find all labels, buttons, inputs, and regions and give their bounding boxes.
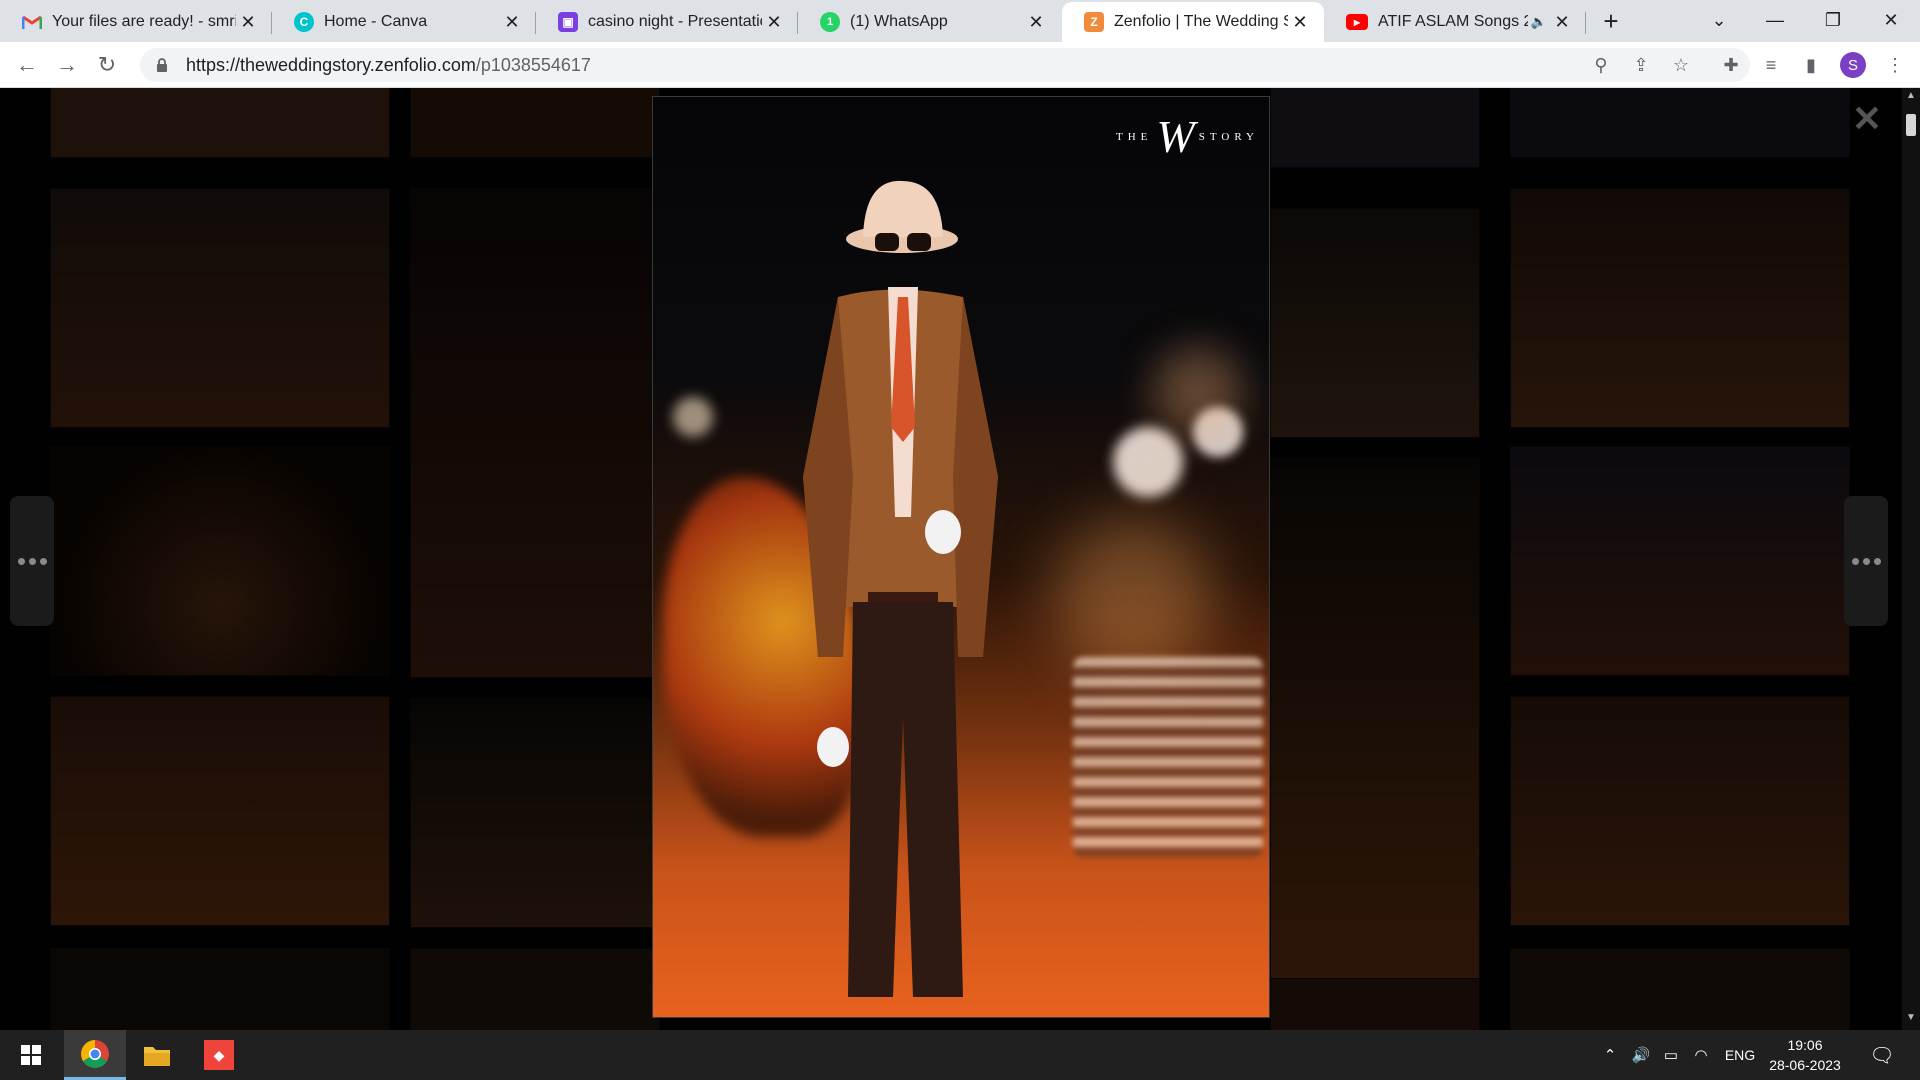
share-icon[interactable]: ⇪: [1626, 48, 1656, 82]
windows-taskbar: ◆ ⌃ 🔊 ▭ ◠ ENG 19:06 28-06-2023 🗨: [0, 1030, 1920, 1080]
battery-icon[interactable]: ▭: [1658, 1030, 1684, 1080]
tray-overflow-icon[interactable]: ⌃: [1598, 1030, 1622, 1080]
close-tab-icon[interactable]: ✕: [500, 10, 524, 34]
url-host: https://theweddingstory.zenfolio.com: [186, 54, 476, 75]
extensions-icon[interactable]: ✚: [1716, 50, 1746, 80]
browser-toolbar: ← → ↻ https://theweddingstory.zenfolio.c…: [0, 42, 1920, 88]
whatsapp-icon: 1: [820, 12, 840, 32]
profile-avatar[interactable]: S: [1838, 50, 1868, 80]
tab-whatsapp[interactable]: 1 (1) WhatsApp ✕: [798, 2, 1060, 42]
windows-icon: [21, 1045, 41, 1065]
url-text: https://theweddingstory.zenfolio.com/p10…: [186, 55, 591, 76]
tab-strip: Your files are ready! - smritt ✕ C Home …: [0, 0, 1920, 42]
scroll-up-arrow[interactable]: ▲: [1902, 90, 1920, 106]
clock-time: 19:06: [1787, 1037, 1823, 1053]
volume-icon[interactable]: 🔊: [1628, 1030, 1654, 1080]
youtube-icon: ▶: [1346, 14, 1368, 30]
tab-title: Zenfolio | The Wedding Sto: [1114, 13, 1288, 30]
tab-title: (1) WhatsApp: [850, 13, 948, 30]
tab-title: casino night - Presentation: [588, 13, 762, 30]
tab-presentation[interactable]: ▣ casino night - Presentation ✕: [536, 2, 798, 42]
tab-gmail[interactable]: Your files are ready! - smritt ✕: [0, 2, 272, 42]
address-bar[interactable]: https://theweddingstory.zenfolio.com/p10…: [140, 48, 1750, 82]
presentation-icon: ▣: [558, 12, 578, 32]
lightbox-photo[interactable]: THE W STORY: [652, 96, 1270, 1018]
bookmark-star-icon[interactable]: ☆: [1666, 48, 1696, 82]
dot-icon: [1851, 557, 1859, 565]
scrollbar-thumb[interactable]: [1906, 114, 1916, 136]
scroll-down-arrow[interactable]: ▼: [1902, 1012, 1920, 1028]
forward-button[interactable]: →: [52, 50, 82, 80]
dot-icon: [17, 557, 25, 565]
url-path: /p1038554617: [475, 54, 591, 75]
close-window-button[interactable]: ✕: [1866, 0, 1916, 40]
next-photo-button[interactable]: [1844, 496, 1888, 626]
dot-icon: [39, 557, 47, 565]
menu-kebab-icon[interactable]: ⋮: [1880, 50, 1910, 80]
anydesk-icon: ◆: [204, 1040, 234, 1070]
zoom-icon[interactable]: ⚲: [1586, 48, 1616, 82]
close-tab-icon[interactable]: ✕: [1550, 10, 1574, 34]
mannequin-figure: [803, 180, 998, 997]
clock-date: 28-06-2023: [1769, 1057, 1841, 1073]
folder-icon: [144, 1047, 170, 1066]
close-tab-icon[interactable]: ✕: [236, 10, 260, 34]
tab-title: Your files are ready! - smritt: [52, 13, 236, 30]
speaker-icon[interactable]: 🔈: [1528, 14, 1550, 30]
avatar: S: [1840, 52, 1866, 78]
close-lightbox-icon[interactable]: ✕: [1850, 98, 1884, 139]
taskbar-anydesk[interactable]: ◆: [188, 1030, 250, 1080]
taskbar-chrome[interactable]: [64, 1030, 126, 1080]
logo-text-the: THE: [1116, 131, 1153, 143]
gallery-page: ✕ THE W STORY ▲ ▼: [0, 88, 1920, 1030]
gmail-icon: [22, 12, 42, 32]
back-button[interactable]: ←: [12, 50, 42, 80]
close-tab-icon[interactable]: ✕: [1024, 10, 1048, 34]
close-tab-icon[interactable]: ✕: [1288, 10, 1312, 34]
tab-title: ATIF ASLAM Songs 202: [1378, 13, 1528, 30]
wifi-icon[interactable]: ◠: [1688, 1030, 1714, 1080]
canva-icon: C: [294, 12, 314, 32]
chrome-icon: [81, 1039, 109, 1068]
new-tab-button[interactable]: +: [1596, 6, 1626, 36]
logo-mark: W: [1156, 111, 1195, 162]
restore-button[interactable]: ❐: [1808, 0, 1858, 40]
system-clock[interactable]: 19:06 28-06-2023: [1760, 1035, 1850, 1075]
tab-search-icon[interactable]: ⌄: [1694, 0, 1744, 40]
dot-icon: [1862, 557, 1870, 565]
language-indicator[interactable]: ENG: [1720, 1030, 1760, 1080]
side-panel-icon[interactable]: ▮: [1796, 50, 1826, 80]
page-scrollbar[interactable]: ▲ ▼: [1902, 88, 1920, 1030]
dot-icon: [28, 557, 36, 565]
logo-text-story: STORY: [1198, 131, 1259, 143]
start-button[interactable]: [0, 1030, 62, 1080]
minimize-button[interactable]: —: [1750, 0, 1800, 40]
notifications-icon[interactable]: 🗨: [1864, 1030, 1900, 1080]
tab-title: Home - Canva: [324, 13, 428, 30]
zenfolio-icon: Z: [1084, 12, 1104, 32]
reload-button[interactable]: ↻: [92, 50, 122, 80]
media-control-icon[interactable]: ≡: [1756, 50, 1786, 80]
tab-canva[interactable]: C Home - Canva ✕: [272, 2, 536, 42]
taskbar-file-explorer[interactable]: [126, 1030, 188, 1080]
watermark-logo: THE W STORY: [1116, 111, 1259, 162]
close-tab-icon[interactable]: ✕: [762, 10, 786, 34]
tab-youtube[interactable]: ▶ ATIF ASLAM Songs 202 🔈 ✕: [1324, 2, 1586, 42]
previous-photo-button[interactable]: [10, 496, 54, 626]
dot-icon: [1873, 557, 1881, 565]
tab-zenfolio[interactable]: Z Zenfolio | The Wedding Sto ✕: [1062, 2, 1324, 42]
lock-icon[interactable]: [154, 57, 170, 73]
